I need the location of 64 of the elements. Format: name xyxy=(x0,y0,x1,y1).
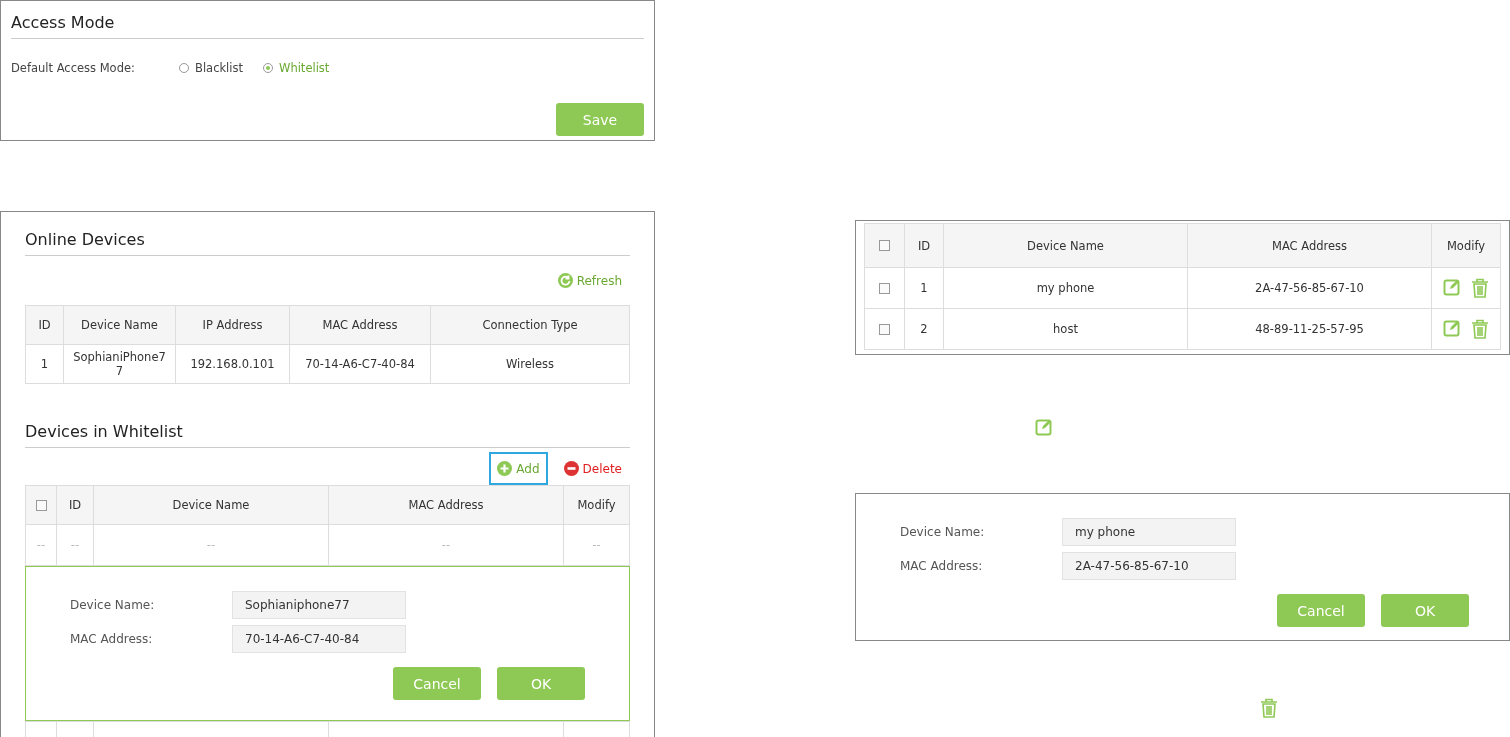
trash-icon[interactable] xyxy=(1260,698,1278,718)
trash-icon[interactable] xyxy=(1471,278,1489,298)
table-cell: 70-14-A6-C7-40-84 xyxy=(290,345,431,384)
refresh-icon xyxy=(557,273,573,288)
edit-icon[interactable] xyxy=(1443,319,1461,337)
column-header: ID xyxy=(57,486,94,525)
checkbox[interactable] xyxy=(35,499,47,511)
cancel-button[interactable]: Cancel xyxy=(1277,594,1365,627)
edit-icon[interactable] xyxy=(1035,418,1053,436)
trash-icon[interactable] xyxy=(1471,319,1489,339)
text-field[interactable]: my phone xyxy=(1062,518,1236,546)
text-field[interactable]: 2A-47-56-85-67-10 xyxy=(1062,552,1236,580)
table-cell: 2A-47-56-85-67-10 xyxy=(1188,268,1432,309)
table-cell: my phone xyxy=(944,268,1188,309)
radio-label[interactable]: Blacklist xyxy=(195,61,243,75)
table-cell: -- xyxy=(26,525,57,566)
column-header: Device Name xyxy=(94,486,329,525)
table-cell: host xyxy=(944,309,1188,350)
table-cell: -- xyxy=(94,525,329,566)
refresh-link[interactable]: Refresh xyxy=(549,264,630,297)
column-header: Modify xyxy=(1432,224,1501,268)
field-label: MAC Address: xyxy=(900,559,984,573)
column-header: Connection Type xyxy=(431,306,630,345)
column-header: IP Address xyxy=(176,306,290,345)
text-field[interactable]: Sophianiphone77 xyxy=(232,591,406,619)
field-label: Default Access Mode: xyxy=(11,61,136,75)
radio-label[interactable]: Whitelist xyxy=(279,61,330,75)
column-header: ID xyxy=(905,224,944,268)
plus-icon xyxy=(497,461,513,476)
ok-button[interactable]: OK xyxy=(1381,594,1469,627)
field-label: Device Name: xyxy=(70,598,156,612)
text-field[interactable]: 70-14-A6-C7-40-84 xyxy=(232,625,406,653)
field-label: MAC Address: xyxy=(70,632,154,646)
edit-icon[interactable] xyxy=(1443,278,1461,296)
ok-button[interactable]: OK xyxy=(497,667,585,700)
minus-icon xyxy=(563,461,579,476)
save-button[interactable]: Save xyxy=(556,103,644,136)
column-header: Modify xyxy=(564,486,630,525)
table-cell: SophianiPhone77 xyxy=(64,345,176,384)
table-cell: Wireless xyxy=(431,345,630,384)
column-header: Device Name xyxy=(64,306,176,345)
column-header: MAC Address xyxy=(329,486,564,525)
cancel-button[interactable]: Cancel xyxy=(393,667,481,700)
checkbox[interactable] xyxy=(879,282,890,294)
table-cell: 48-89-11-25-57-95 xyxy=(1188,309,1432,350)
field-label: Device Name: xyxy=(900,525,986,539)
column-header: MAC Address xyxy=(290,306,431,345)
section-title: Access Mode xyxy=(11,9,644,39)
section-title: Online Devices xyxy=(25,226,630,256)
add-button[interactable]: Add xyxy=(489,452,548,485)
column-header: Device Name xyxy=(944,224,1188,268)
checkbox[interactable] xyxy=(879,240,890,251)
table-cell: -- xyxy=(564,525,630,566)
column-header: MAC Address xyxy=(1188,224,1432,268)
table-cell: 1 xyxy=(26,345,64,384)
table-cell: -- xyxy=(329,525,564,566)
table-cell: 2 xyxy=(905,309,944,350)
column-header: ID xyxy=(26,306,64,345)
table-cell: -- xyxy=(57,525,94,566)
table-cell: 192.168.0.101 xyxy=(176,345,290,384)
checkbox[interactable] xyxy=(879,323,890,335)
section-title: Devices in Whitelist xyxy=(25,418,630,448)
table-cell: 1 xyxy=(905,268,944,309)
delete-button[interactable]: Delete xyxy=(555,452,630,485)
